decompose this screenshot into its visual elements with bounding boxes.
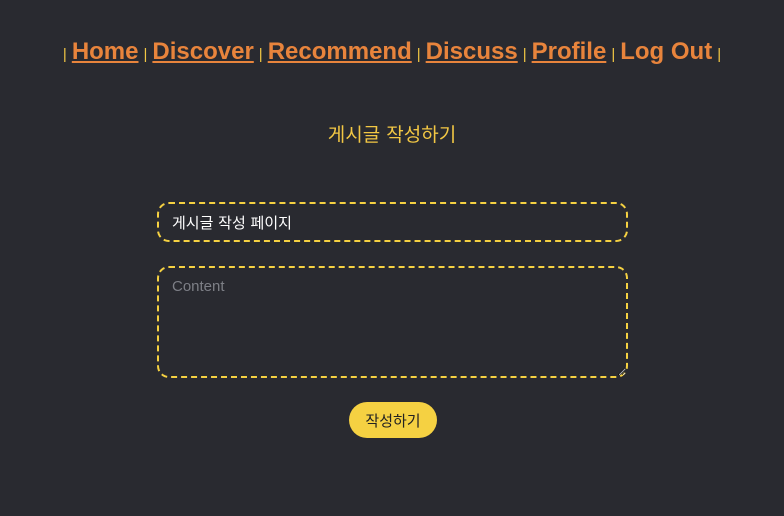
post-title-input[interactable] xyxy=(157,202,628,242)
nav-separator: | xyxy=(258,46,263,63)
nav-link-logout[interactable]: Log Out xyxy=(620,38,712,66)
nav-link-recommend[interactable]: Recommend xyxy=(268,38,412,66)
nav-separator: | xyxy=(717,46,722,63)
nav-link-discuss[interactable]: Discuss xyxy=(426,38,518,66)
submit-post-button[interactable]: 작성하기 xyxy=(349,402,437,438)
nav-link-home[interactable]: Home xyxy=(72,38,139,66)
nav-separator: | xyxy=(62,46,67,63)
nav-separator: | xyxy=(611,46,616,63)
nav-link-profile[interactable]: Profile xyxy=(532,38,607,66)
nav-separator: | xyxy=(143,46,148,63)
top-nav: | Home | Discover | Recommend | Discuss … xyxy=(0,38,784,66)
nav-link-discover[interactable]: Discover xyxy=(152,38,253,66)
page-title: 게시글 작성하기 xyxy=(327,124,457,146)
page: | Home | Discover | Recommend | Discuss … xyxy=(0,0,784,516)
nav-separator: | xyxy=(522,46,527,63)
post-content-textarea[interactable] xyxy=(157,266,628,378)
nav-separator: | xyxy=(416,46,421,63)
